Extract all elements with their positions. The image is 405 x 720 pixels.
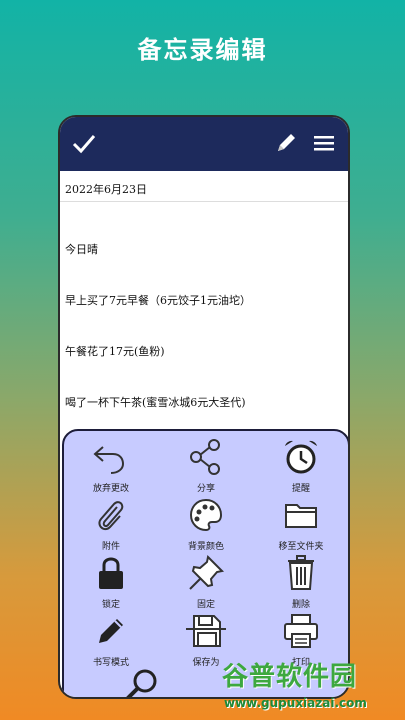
promo-headline: 备忘录编辑 — [137, 36, 268, 64]
paperclip-icon — [98, 501, 124, 531]
action-label: 固定 — [196, 600, 215, 610]
delete-button[interactable]: 删除 — [254, 553, 348, 611]
note-line: 今日晴 — [65, 243, 98, 256]
phone-frame: 2022年6月23日 今日晴 早上买了7元早餐（6元饺子1元油坨） 午餐花了17… — [58, 115, 350, 699]
action-label: 移至文件夹 — [278, 542, 324, 552]
watermark-title: 谷普软件园 — [222, 662, 358, 692]
watermark-url: www.gupuxiazai.com — [224, 696, 367, 710]
action-label: 背景颜色 — [187, 542, 224, 552]
note-editor[interactable]: 2022年6月23日 今日晴 早上买了7元早餐（6元饺子1元油坨） 午餐花了17… — [60, 171, 348, 511]
palette-icon — [189, 498, 223, 532]
editor-toolbar — [60, 117, 348, 171]
action-label: 锁定 — [101, 600, 120, 610]
pin-button[interactable]: 固定 — [159, 553, 253, 611]
pencil-icon[interactable] — [272, 129, 300, 157]
writing-mode-button[interactable]: 书写模式 — [64, 611, 158, 669]
undo-icon — [93, 446, 125, 474]
save-icon — [186, 615, 226, 647]
action-label: 附件 — [101, 542, 120, 552]
search-button[interactable] — [94, 667, 188, 697]
alarm-icon — [285, 440, 317, 474]
lock-icon — [99, 557, 123, 589]
trash-icon — [288, 555, 314, 590]
attachment-button[interactable]: 附件 — [64, 495, 158, 553]
lock-button[interactable]: 锁定 — [64, 553, 158, 611]
action-label: 提醒 — [291, 484, 310, 494]
action-label: 分享 — [196, 484, 215, 494]
background-color-button[interactable]: 背景颜色 — [159, 495, 253, 553]
check-icon[interactable] — [70, 129, 98, 157]
reminder-button[interactable]: 提醒 — [254, 437, 348, 495]
note-line: 早上买了7元早餐（6元饺子1元油坨） — [65, 294, 251, 307]
folder-icon — [285, 504, 317, 528]
print-icon — [284, 614, 318, 648]
menu-icon[interactable] — [310, 129, 338, 157]
discard-changes-button[interactable]: 放弃更改 — [64, 437, 158, 495]
divider — [60, 201, 348, 202]
share-icon — [190, 439, 220, 475]
note-line: 午餐花了17元(鱼粉) — [65, 345, 165, 358]
action-label: 放弃更改 — [92, 484, 129, 494]
search-icon — [126, 669, 157, 697]
pin-icon — [189, 554, 225, 590]
share-button[interactable]: 分享 — [159, 437, 253, 495]
watermark: 谷普软件园 www.gupuxiazai.com — [222, 656, 402, 720]
action-label: 删除 — [291, 600, 310, 610]
move-to-folder-button[interactable]: 移至文件夹 — [254, 495, 348, 553]
note-date: 2022年6月23日 — [65, 183, 147, 196]
note-line: 喝了一杯下午茶(蜜雪冰城6元大圣代) — [65, 396, 246, 409]
pencil-icon — [99, 619, 123, 643]
